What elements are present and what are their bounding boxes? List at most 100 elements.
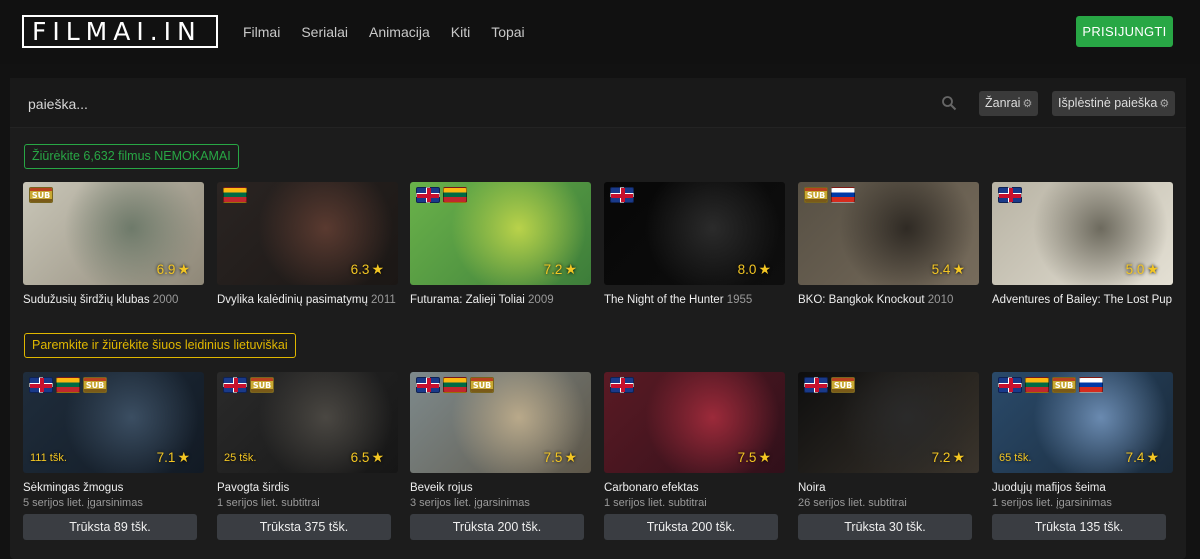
nav-animacija[interactable]: Animacija	[369, 24, 430, 40]
series-title[interactable]: Pavogta širdis	[217, 482, 398, 494]
subtitle-icon: SUB	[29, 187, 53, 203]
flag-lt-icon	[223, 187, 247, 203]
series-poster[interactable]: 7.5 ★	[604, 372, 785, 473]
points-collected: 111 tšk.	[30, 452, 67, 464]
movie-card[interactable]: SUB 6.9 ★ Sudužusių širdžių klubas 2000	[23, 182, 204, 306]
movie-poster[interactable]: 6.3 ★	[217, 182, 398, 285]
support-card[interactable]: SUB 7.2 ★ Noira 26 serijos liet. subtitrai Tr…	[798, 372, 979, 540]
missing-points-button[interactable]: Trūksta 135 tšk.	[992, 514, 1166, 540]
star-icon: ★	[952, 261, 965, 277]
movie-card[interactable]: 5.0 ★ Adventures of Bailey: The Lost Pup	[992, 182, 1173, 306]
movie-name: BKO: Bangkok Knockout	[798, 294, 925, 306]
support-badge[interactable]: Paremkite ir žiūrėkite šiuos leidinius l…	[24, 333, 296, 358]
rating: 7.4 ★	[1126, 449, 1159, 466]
search-icon[interactable]	[941, 95, 957, 111]
movie-poster[interactable]: 7.2 ★	[410, 182, 591, 285]
star-icon: ★	[1146, 261, 1159, 277]
support-card[interactable]: 7.5 ★ Carbonaro efektas 1 serijos liet. sub…	[604, 372, 785, 540]
login-button[interactable]: PRISIJUNGTI	[1076, 16, 1173, 47]
nav-topai[interactable]: Topai	[491, 24, 524, 40]
subtitle-icon: SUB	[250, 377, 274, 393]
star-icon: ★	[371, 449, 384, 465]
movie-title[interactable]: Adventures of Bailey: The Lost Pup	[992, 294, 1173, 306]
missing-points-button[interactable]: Trūksta 89 tšk.	[23, 514, 197, 540]
flag-gb-icon	[804, 377, 828, 393]
movie-year: 2000	[149, 294, 179, 306]
rating-value: 7.2	[543, 262, 563, 277]
movie-year: 2010	[924, 294, 954, 306]
support-card[interactable]: SUB 65 tšk. 7.4 ★ Juodųjų mafijos šeima 1 ser…	[992, 372, 1173, 540]
movie-title[interactable]: The Night of the Hunter 1955	[604, 294, 785, 306]
movie-title[interactable]: Dvylika kalėdinių pasimatymų 2011	[217, 294, 398, 306]
rating-value: 6.5	[350, 450, 370, 465]
rating-value: 7.4	[1125, 450, 1145, 465]
support-card[interactable]: SUB 7.5 ★ Beveik rojus 3 serijos liet. įgars…	[410, 372, 591, 540]
missing-points-button[interactable]: Trūksta 200 tšk.	[604, 514, 778, 540]
movie-title[interactable]: Futurama: Žalieji Toliai 2009	[410, 294, 591, 306]
flag-gb-icon	[29, 377, 53, 393]
series-title[interactable]: Sėkmingas žmogus	[23, 482, 204, 494]
movie-name: Futurama: Žalieji Toliai	[410, 294, 525, 306]
movie-poster[interactable]: 5.0 ★	[992, 182, 1173, 285]
movie-poster[interactable]: SUB 5.4 ★	[798, 182, 979, 285]
rating: 5.4 ★	[932, 261, 965, 278]
gear-icon: ⚙	[1159, 98, 1170, 110]
language-flags: SUB	[29, 187, 53, 203]
flag-lt-icon	[56, 377, 80, 393]
advanced-search-button[interactable]: Išplėstinė paieška ⚙	[1052, 91, 1176, 116]
movie-year: 2009	[524, 294, 554, 306]
points-collected: 25 tšk.	[224, 452, 257, 464]
star-icon: ★	[371, 261, 384, 277]
nav-kiti[interactable]: Kiti	[451, 24, 470, 40]
free-movies-badge[interactable]: Žiūrėkite 6,632 filmus NEMOKAMAI	[24, 144, 239, 169]
movie-year: 2011	[367, 294, 396, 306]
language-flags: SUB	[804, 187, 855, 203]
support-card[interactable]: SUB 25 tšk. 6.5 ★ Pavogta širdis 1 serijos li…	[217, 372, 398, 540]
movie-card[interactable]: 8.0 ★ The Night of the Hunter 1955	[604, 182, 785, 306]
series-title[interactable]: Beveik rojus	[410, 482, 591, 494]
star-icon: ★	[564, 449, 577, 465]
missing-points-button[interactable]: Trūksta 200 tšk.	[410, 514, 584, 540]
series-poster[interactable]: SUB 111 tšk. 7.1 ★	[23, 372, 204, 473]
language-flags	[610, 187, 634, 203]
flag-ru-icon	[831, 187, 855, 203]
language-flags: SUB	[29, 377, 107, 393]
star-icon: ★	[177, 261, 190, 277]
search-input[interactable]	[28, 92, 908, 116]
missing-points-button[interactable]: Trūksta 30 tšk.	[798, 514, 972, 540]
movie-card[interactable]: SUB 5.4 ★ BKO: Bangkok Knockout 2010	[798, 182, 979, 306]
top-bar: FILMAI.IN Filmai Serialai Animacija Kiti…	[0, 0, 1200, 64]
series-info: 1 serijos liet. subtitrai	[604, 497, 707, 509]
movie-poster[interactable]: 8.0 ★	[604, 182, 785, 285]
subtitle-icon: SUB	[83, 377, 107, 393]
movie-card[interactable]: 6.3 ★ Dvylika kalėdinių pasimatymų 2011	[217, 182, 398, 306]
site-logo[interactable]: FILMAI.IN	[22, 15, 218, 48]
star-icon: ★	[564, 261, 577, 277]
genres-label: Žanrai	[985, 96, 1021, 110]
series-info: 1 serijos liet. subtitrai	[217, 497, 320, 509]
series-title[interactable]: Noira	[798, 482, 979, 494]
rating: 7.5 ★	[738, 449, 771, 466]
support-card[interactable]: SUB 111 tšk. 7.1 ★ Sėkmingas žmogus 5 serijos…	[23, 372, 204, 540]
series-poster[interactable]: SUB 25 tšk. 6.5 ★	[217, 372, 398, 473]
series-title[interactable]: Carbonaro efektas	[604, 482, 785, 494]
series-poster[interactable]: SUB 7.5 ★	[410, 372, 591, 473]
rating-value: 8.0	[737, 262, 757, 277]
nav-serialai[interactable]: Serialai	[301, 24, 348, 40]
movie-title[interactable]: Sudužusių širdžių klubas 2000	[23, 294, 204, 306]
subtitle-icon: SUB	[831, 377, 855, 393]
nav-filmai[interactable]: Filmai	[243, 24, 280, 40]
flag-lt-icon	[1025, 377, 1049, 393]
series-poster[interactable]: SUB 7.2 ★	[798, 372, 979, 473]
movie-year: 1955	[723, 294, 753, 306]
missing-points-button[interactable]: Trūksta 375 tšk.	[217, 514, 391, 540]
series-title[interactable]: Juodųjų mafijos šeima	[992, 482, 1173, 494]
genres-button[interactable]: Žanrai ⚙	[979, 91, 1039, 116]
series-poster[interactable]: SUB 65 tšk. 7.4 ★	[992, 372, 1173, 473]
flag-gb-icon	[416, 377, 440, 393]
search-bar: Žanrai⚙ Išplėstinė paieška⚙	[10, 78, 1186, 128]
language-flags: SUB	[804, 377, 855, 393]
movie-card[interactable]: 7.2 ★ Futurama: Žalieji Toliai 2009	[410, 182, 591, 306]
movie-title[interactable]: BKO: Bangkok Knockout 2010	[798, 294, 979, 306]
movie-poster[interactable]: SUB 6.9 ★	[23, 182, 204, 285]
